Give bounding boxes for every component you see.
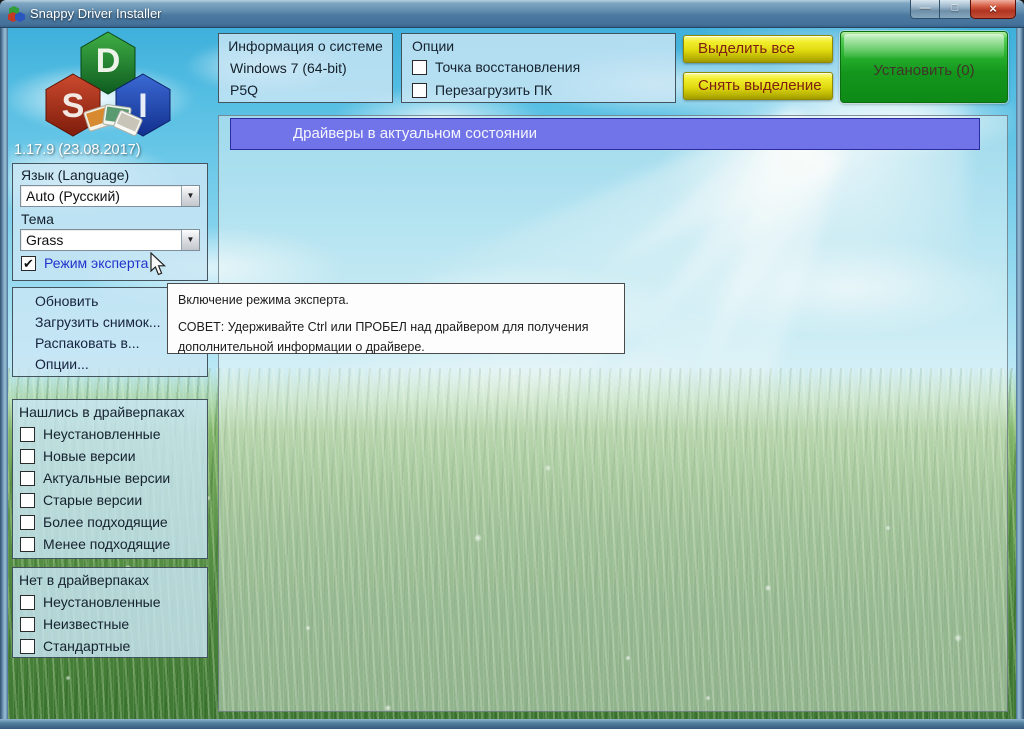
language-label: Язык (Language) — [21, 167, 129, 183]
filter-old-versions[interactable]: Старые версии — [20, 492, 142, 508]
system-info-os: Windows 7 (64-bit) — [230, 60, 347, 76]
menu-item-update[interactable]: Обновить — [35, 293, 98, 309]
filter-current-versions[interactable]: Актуальные версии — [20, 470, 170, 486]
found-filters-panel: Нашлись в драйверпаках Неустановленные Н… — [12, 399, 208, 559]
tooltip-line2: СОВЕТ: Удерживайте Ctrl или ПРОБЕЛ над д… — [178, 318, 614, 357]
checkbox[interactable] — [20, 493, 35, 508]
language-theme-panel: Язык (Language) Auto (Русский) ▼ Тема Gr… — [12, 163, 208, 281]
chevron-down-icon: ▼ — [182, 230, 199, 250]
missing-filters-title: Нет в драйверпаках — [19, 572, 149, 588]
filter-better-match[interactable]: Более подходящие — [20, 514, 168, 530]
expert-mode-label: Режим эксперта — [44, 255, 148, 271]
checkbox[interactable] — [412, 83, 427, 98]
window-frame-right — [1016, 28, 1024, 720]
checkbox[interactable] — [20, 595, 35, 610]
maximize-button[interactable]: □ — [940, 0, 970, 19]
checkbox[interactable] — [20, 449, 35, 464]
maximize-icon: □ — [952, 2, 959, 14]
system-info-panel: Информация о системе Windows 7 (64-bit) … — [218, 33, 393, 103]
checkbox[interactable] — [20, 471, 35, 486]
menu-item-extract-to[interactable]: Распаковать в... — [35, 335, 140, 351]
app-version: 1.17.9 (23.08.2017) — [14, 142, 141, 158]
filter-label: Неизвестные — [43, 616, 129, 632]
missing-filters-panel: Нет в драйверпаках Неустановленные Неизв… — [12, 567, 208, 658]
option-restore-point[interactable]: Точка восстановления — [412, 59, 580, 75]
window-controls: — □ × — [910, 0, 1016, 19]
filter-label: Актуальные версии — [43, 470, 170, 486]
driver-list-area — [218, 115, 1008, 712]
theme-dropdown[interactable]: Grass ▼ — [20, 229, 200, 251]
checkbox[interactable] — [20, 537, 35, 552]
options-title: Опции — [412, 38, 454, 54]
system-info-motherboard: P5Q — [230, 82, 258, 98]
checkbox[interactable] — [20, 515, 35, 530]
window-frame-bottom — [0, 719, 1024, 729]
checkbox[interactable] — [412, 60, 427, 75]
language-dropdown-button[interactable]: ▼ — [181, 186, 199, 206]
filter-label: Старые версии — [43, 492, 142, 508]
checkbox[interactable] — [20, 427, 35, 442]
sdi-logo: D S I — [40, 30, 176, 142]
select-all-button[interactable]: Выделить все — [683, 35, 833, 63]
filter-label: Неустановленные — [43, 594, 161, 610]
found-filters-title: Нашлись в драйверпаках — [19, 404, 185, 420]
language-dropdown[interactable]: Auto (Русский) ▼ — [20, 185, 200, 207]
checkbox[interactable] — [20, 639, 35, 654]
logo-letter-d: D — [96, 42, 121, 80]
chevron-down-icon: ▼ — [182, 186, 199, 206]
options-panel: Опции Точка восстановления Перезагрузить… — [401, 33, 676, 103]
theme-value: Grass — [26, 230, 63, 250]
filter-label: Неустановленные — [43, 426, 161, 442]
filter-label: Новые версии — [43, 448, 136, 464]
status-banner: Драйверы в актуальном состоянии — [230, 118, 980, 150]
menu-item-options[interactable]: Опции... — [35, 356, 89, 372]
window-frame-left — [0, 28, 8, 720]
theme-dropdown-button[interactable]: ▼ — [181, 230, 199, 250]
filter-label: Стандартные — [43, 638, 130, 654]
filter-newer-versions[interactable]: Новые версии — [20, 448, 136, 464]
filter-standard[interactable]: Стандартные — [20, 638, 130, 654]
option-label: Перезагрузить ПК — [435, 82, 552, 98]
checkmark-icon: ✔ — [23, 256, 34, 271]
expert-mode-tooltip: Включение режима эксперта. СОВЕТ: Удержи… — [167, 283, 625, 354]
close-icon: × — [989, 1, 997, 16]
expert-mode-row[interactable]: ✔ Режим эксперта — [21, 255, 148, 271]
checkbox[interactable] — [20, 617, 35, 632]
deselect-all-button[interactable]: Снять выделение — [683, 72, 833, 100]
tooltip-line1: Включение режима эксперта. — [178, 291, 614, 310]
filter-label: Менее подходящие — [43, 536, 170, 552]
minimize-icon: — — [920, 2, 931, 14]
option-reboot-pc[interactable]: Перезагрузить ПК — [412, 82, 552, 98]
title-bar: Snappy Driver Installer — [0, 0, 1024, 28]
close-button[interactable]: × — [970, 0, 1016, 19]
window-title: Snappy Driver Installer — [30, 6, 162, 21]
option-label: Точка восстановления — [435, 59, 580, 75]
install-button[interactable]: Установить (0) — [840, 31, 1008, 103]
filter-label: Более подходящие — [43, 514, 168, 530]
filter-worse-match[interactable]: Менее подходящие — [20, 536, 170, 552]
filter-unknown[interactable]: Неизвестные — [20, 616, 129, 632]
expert-mode-checkbox[interactable]: ✔ — [21, 256, 36, 271]
filter-not-installed[interactable]: Неустановленные — [20, 426, 161, 442]
filter-missing-not-installed[interactable]: Неустановленные — [20, 594, 161, 610]
language-value: Auto (Русский) — [26, 186, 120, 206]
system-info-title: Информация о системе — [219, 38, 392, 54]
logo-letter-s: S — [62, 87, 85, 125]
minimize-button[interactable]: — — [910, 0, 940, 19]
theme-label: Тема — [21, 211, 54, 227]
app-window: Snappy Driver Installer — □ × D S I 1.17… — [0, 0, 1024, 729]
menu-item-load-snapshot[interactable]: Загрузить снимок... — [35, 314, 161, 330]
app-icon — [8, 5, 26, 23]
